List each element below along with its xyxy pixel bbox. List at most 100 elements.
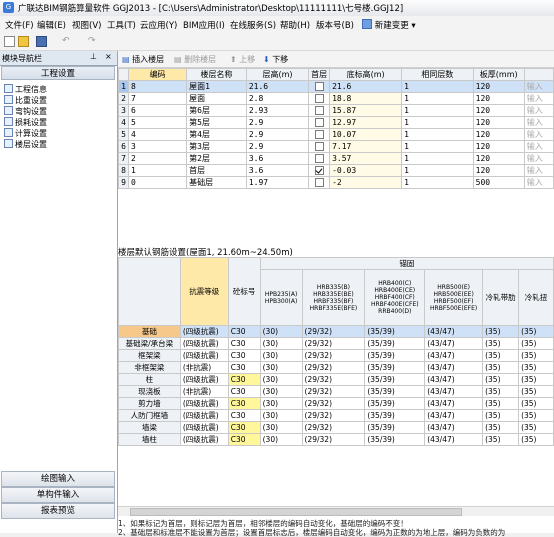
anchorage-hrb500-cell[interactable]: (43/47) bbox=[424, 397, 484, 410]
anchorage-hpb-cell[interactable]: (30) bbox=[259, 325, 303, 338]
col-header-hrb400[interactable]: HRB400(C) HRB400E(CE) HRBF400(CF) HRBF400E(… bbox=[364, 269, 426, 326]
bottom-elevation-cell[interactable]: 21.6 bbox=[329, 80, 403, 93]
anchorage-cold-ribbed-cell[interactable]: (35) bbox=[482, 385, 520, 398]
pin-icon[interactable]: ⊥ bbox=[90, 52, 97, 61]
bottom-elevation-cell[interactable]: 10.07 bbox=[329, 128, 403, 141]
anchorage-hrb500-cell[interactable]: (43/47) bbox=[424, 325, 484, 338]
floor-code-cell[interactable]: 8 bbox=[127, 80, 188, 93]
first-floor-checkbox-cell[interactable] bbox=[308, 92, 331, 105]
col-header-first-floor[interactable]: 首层 bbox=[308, 68, 331, 81]
move-up-button[interactable]: ⬆ 上移 bbox=[230, 54, 255, 65]
nav-button-single-component-input[interactable]: 单构件输入 bbox=[1, 487, 115, 503]
concrete-grade-cell[interactable]: C30 bbox=[227, 361, 261, 374]
floor-row[interactable]: 4 5 第5层 2.9 12.97 1 120 输入 bbox=[118, 116, 554, 129]
col-header-concrete-grade[interactable]: 砼标号 bbox=[227, 257, 261, 326]
floor-height-cell[interactable]: 21.6 bbox=[245, 80, 310, 93]
seismic-grade-cell[interactable]: (四级抗震) bbox=[179, 397, 229, 410]
menu-file[interactable]: 文件(F) bbox=[5, 19, 34, 31]
seismic-grade-cell[interactable]: (四级抗震) bbox=[179, 337, 229, 350]
floor-height-cell[interactable]: 1.97 bbox=[245, 176, 310, 189]
slab-thickness-cell[interactable]: 120 bbox=[472, 116, 525, 129]
anchorage-hrb335-cell[interactable]: (29/32) bbox=[301, 421, 366, 434]
floor-name-cell[interactable]: 第4层 bbox=[186, 128, 247, 141]
anchorage-cold-ribbed-cell[interactable]: (35) bbox=[482, 361, 520, 374]
nav-item-density[interactable]: 比重设置 bbox=[4, 95, 47, 106]
rebar-row[interactable]: 墙柱 (四级抗震) C30 (30) (29/32) (35/39) (43/47) (35)… bbox=[118, 433, 554, 446]
slab-thickness-cell[interactable]: 120 bbox=[472, 128, 525, 141]
anchorage-cold-ribbed-cell[interactable]: (35) bbox=[482, 397, 520, 410]
anchorage-hrb400-cell[interactable]: (35/39) bbox=[364, 373, 426, 386]
floor-code-cell[interactable]: 2 bbox=[127, 152, 188, 165]
floor-code-cell[interactable]: 4 bbox=[127, 128, 188, 141]
anchorage-hrb400-cell[interactable]: (35/39) bbox=[364, 409, 426, 422]
floor-height-cell[interactable]: 3.6 bbox=[245, 164, 310, 177]
floor-code-cell[interactable]: 0 bbox=[127, 176, 188, 189]
concrete-grade-cell[interactable]: C30 bbox=[227, 421, 261, 434]
first-floor-checkbox-cell[interactable] bbox=[308, 116, 331, 129]
bottom-elevation-cell[interactable]: 15.87 bbox=[329, 104, 403, 117]
anchorage-hrb500-cell[interactable]: (43/47) bbox=[424, 433, 484, 446]
floor-height-cell[interactable]: 2.9 bbox=[245, 128, 310, 141]
menu-cloud[interactable]: 云应用(Y) bbox=[140, 19, 177, 31]
anchorage-hpb-cell[interactable]: (30) bbox=[259, 409, 303, 422]
first-floor-checkbox-cell[interactable] bbox=[308, 164, 331, 177]
first-floor-checkbox[interactable] bbox=[314, 105, 324, 115]
anchorage-hpb-cell[interactable]: (30) bbox=[259, 337, 303, 350]
first-floor-checkbox[interactable] bbox=[314, 165, 324, 175]
menu-online-service[interactable]: 在线服务(S) bbox=[230, 19, 276, 31]
anchorage-hrb400-cell[interactable]: (35/39) bbox=[364, 325, 426, 338]
input-cell[interactable]: 输入 bbox=[523, 176, 554, 189]
slab-thickness-cell[interactable]: 120 bbox=[472, 152, 525, 165]
anchorage-cold-twisted-cell[interactable]: (35) bbox=[518, 409, 554, 422]
rebar-row[interactable]: 基础 (四级抗震) C30 (30) (29/32) (35/39) (43/47) (35)… bbox=[118, 325, 554, 338]
slab-thickness-cell[interactable]: 120 bbox=[472, 104, 525, 117]
anchorage-hrb335-cell[interactable]: (29/32) bbox=[301, 397, 366, 410]
seismic-grade-cell[interactable]: (四级抗震) bbox=[179, 325, 229, 338]
floor-name-cell[interactable]: 基础层 bbox=[186, 176, 247, 189]
concrete-grade-cell[interactable]: C30 bbox=[227, 337, 261, 350]
horizontal-scrollbar[interactable] bbox=[118, 506, 554, 516]
menu-version[interactable]: 版本号(B) bbox=[316, 19, 354, 31]
open-folder-icon[interactable] bbox=[18, 36, 29, 47]
seismic-grade-cell[interactable]: (四级抗震) bbox=[179, 421, 229, 434]
col-header-seismic-grade[interactable]: 抗震等级 bbox=[179, 257, 229, 326]
col-header-hrb500[interactable]: HRB500(E) HRB500E(EE) HRBF500(EF) HRBF500E(… bbox=[424, 269, 484, 326]
floor-row[interactable]: 6 3 第3层 2.9 7.17 1 120 输入 bbox=[118, 140, 554, 153]
anchorage-hrb335-cell[interactable]: (29/32) bbox=[301, 337, 366, 350]
anchorage-hpb-cell[interactable]: (30) bbox=[259, 361, 303, 374]
first-floor-checkbox[interactable] bbox=[314, 153, 324, 163]
save-icon[interactable] bbox=[36, 36, 47, 47]
first-floor-checkbox-cell[interactable] bbox=[308, 152, 331, 165]
col-header-floor-name[interactable]: 楼层名称 bbox=[186, 68, 247, 81]
floor-name-cell[interactable]: 第6层 bbox=[186, 104, 247, 117]
first-floor-checkbox[interactable] bbox=[314, 129, 324, 139]
anchorage-hrb335-cell[interactable]: (29/32) bbox=[301, 373, 366, 386]
new-change-menu[interactable]: 新建变更 ▾ bbox=[362, 19, 416, 31]
input-cell[interactable]: 输入 bbox=[523, 80, 554, 93]
anchorage-cold-twisted-cell[interactable]: (35) bbox=[518, 349, 554, 362]
rebar-row[interactable]: 墙梁 (四级抗震) C30 (30) (29/32) (35/39) (43/47) (35)… bbox=[118, 421, 554, 434]
rebar-row[interactable]: 现浇板 (非抗震) C30 (30) (29/32) (35/39) (43/47) (35)… bbox=[118, 385, 554, 398]
redo-icon[interactable]: ↷ bbox=[88, 36, 99, 47]
slab-thickness-cell[interactable]: 120 bbox=[472, 80, 525, 93]
col-header-same-floors[interactable]: 相同层数 bbox=[401, 68, 474, 81]
same-floors-cell[interactable]: 1 bbox=[401, 80, 474, 93]
nav-item-project-info[interactable]: 工程信息 bbox=[4, 84, 47, 95]
rebar-row[interactable]: 剪力墙 (四级抗震) C30 (30) (29/32) (35/39) (43/47) (35… bbox=[118, 397, 554, 410]
anchorage-hrb400-cell[interactable]: (35/39) bbox=[364, 385, 426, 398]
anchorage-cold-ribbed-cell[interactable]: (35) bbox=[482, 421, 520, 434]
floor-code-cell[interactable]: 6 bbox=[127, 104, 188, 117]
floor-height-cell[interactable]: 2.8 bbox=[245, 92, 310, 105]
slab-thickness-cell[interactable]: 120 bbox=[472, 164, 525, 177]
rebar-row[interactable]: 框架梁 (四级抗震) C30 (30) (29/32) (35/39) (43/47) (35… bbox=[118, 349, 554, 362]
new-file-icon[interactable] bbox=[4, 36, 15, 47]
floor-name-cell[interactable]: 第2层 bbox=[186, 152, 247, 165]
menu-bim[interactable]: BIM应用(I) bbox=[183, 19, 225, 31]
concrete-grade-cell[interactable]: C30 bbox=[227, 373, 261, 386]
bottom-elevation-cell[interactable]: -2 bbox=[329, 176, 403, 189]
slab-thickness-cell[interactable]: 500 bbox=[472, 176, 525, 189]
floor-name-cell[interactable]: 屋面1 bbox=[186, 80, 247, 93]
anchorage-hrb335-cell[interactable]: (29/32) bbox=[301, 385, 366, 398]
concrete-grade-cell[interactable]: C30 bbox=[227, 433, 261, 446]
anchorage-cold-twisted-cell[interactable]: (35) bbox=[518, 325, 554, 338]
